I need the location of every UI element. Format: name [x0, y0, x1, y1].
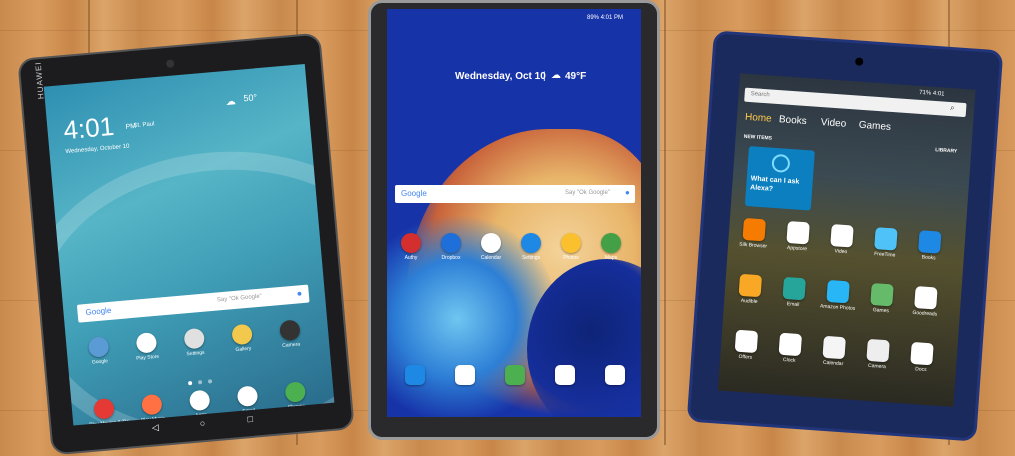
alexa-prompt: What can I ask Alexa? — [749, 175, 800, 193]
app-settings-label: Settings — [521, 255, 541, 261]
weather-separator: | — [543, 71, 546, 82]
tab-home[interactable]: Home — [745, 112, 772, 125]
app-dropbox-icon[interactable] — [441, 233, 461, 253]
app-clock-label: Clock — [782, 356, 796, 364]
app-calendar-label: Calendar — [480, 255, 502, 261]
app-amazon-photos-icon[interactable] — [826, 279, 850, 304]
app-freetime-label: FreeTime — [873, 251, 896, 259]
app-games-label: Games — [872, 307, 890, 315]
dock-app-4-icon[interactable] — [555, 365, 575, 385]
app-maps-label: Maps — [604, 255, 618, 261]
app-appstore-label: Appstore — [786, 244, 808, 253]
app-offers-label: Offers — [738, 353, 753, 361]
app-goodreads-label: Goodreads — [912, 309, 938, 318]
dock-chrome-label: Chrome — [287, 403, 306, 411]
app-authy-icon[interactable] — [401, 233, 421, 253]
search-brand: Google — [85, 305, 112, 317]
tab-books[interactable]: Books — [779, 114, 807, 127]
app-maps-icon[interactable] — [601, 233, 621, 253]
samsung-tablet: 89% 4:01 PM Wednesday, Oct 10 | ☁ 49°F G… — [368, 0, 660, 440]
app-books-icon[interactable] — [918, 230, 942, 254]
mic-icon[interactable]: ● — [625, 188, 630, 197]
app-authy-label: Authy — [404, 255, 418, 261]
search-hint: Say "Ok Google" — [216, 293, 263, 304]
dock-app-5-icon[interactable] — [605, 365, 625, 385]
app-calendar-icon[interactable] — [822, 335, 846, 360]
app-dropbox-label: Dropbox — [441, 255, 461, 261]
app-camera-icon[interactable] — [866, 338, 890, 363]
fire-screen: 71% 4:01 Search ⌕ Home Books Video Games NE… — [717, 73, 976, 407]
app-email-icon[interactable] — [782, 276, 806, 301]
app-audible-icon[interactable] — [738, 273, 763, 298]
recents-nav-icon[interactable]: □ — [247, 414, 253, 424]
app-video-label: Video — [834, 248, 848, 256]
fire-app-grid: Silk Browser Appstore Video FreeTime Books Au… — [734, 73, 975, 373]
library-label: LIBRARY — [935, 147, 958, 155]
app-photos-icon[interactable] — [561, 233, 581, 253]
app-games-icon[interactable] — [870, 282, 894, 307]
app-photos-label: Photos — [563, 255, 579, 261]
fire-tablet: 71% 4:01 Search ⌕ Home Books Video Games NE… — [686, 30, 1004, 442]
tab-games[interactable]: Games — [858, 120, 891, 133]
home-nav-icon[interactable]: ○ — [199, 418, 205, 428]
clock-time: 4:01 — [62, 110, 116, 146]
alexa-ring-icon — [771, 153, 791, 173]
app-email-label: Email — [786, 301, 800, 308]
app-docs-icon[interactable] — [910, 341, 934, 366]
weather-temp: 49°F — [565, 71, 587, 82]
app-books-label: Books — [921, 254, 936, 262]
app-docs-label: Docs — [914, 366, 927, 374]
app-calendar-label: Calendar — [822, 359, 844, 368]
app-audible-label: Audible — [740, 297, 758, 306]
samsung-screen: 89% 4:01 PM Wednesday, Oct 10 | ☁ 49°F G… — [387, 9, 641, 417]
search-icon[interactable]: ⌕ — [950, 103, 955, 113]
app-camera-label: Camera — [867, 362, 887, 371]
app-calendar-icon[interactable] — [481, 233, 501, 253]
app-goodreads-icon[interactable] — [914, 286, 938, 310]
app-amazon-photos-label: Amazon Photos — [819, 303, 856, 312]
app-silk-browser-icon[interactable] — [742, 217, 766, 242]
app-appstore-icon[interactable] — [786, 220, 810, 245]
app-freetime-icon[interactable] — [874, 227, 898, 251]
front-camera — [165, 59, 175, 69]
date-weather: Wednesday, Oct 10 — [455, 71, 546, 82]
app-settings-icon[interactable] — [521, 233, 541, 253]
huawei-tablet: HUAWEI 4:01 PM St. Paul 50° ☁ Wednesday,… — [17, 32, 355, 456]
new-items-label: NEW ITEMS — [743, 133, 773, 142]
dock-app-1-icon[interactable] — [405, 365, 425, 385]
search-brand: Google — [401, 189, 427, 198]
status-bar: 71% 4:01 — [918, 89, 945, 98]
app-clock-icon[interactable] — [778, 332, 803, 357]
front-camera — [854, 57, 864, 66]
tab-video[interactable]: Video — [820, 117, 846, 130]
weather-icon: ☁ — [225, 96, 237, 108]
huawei-screen: 4:01 PM St. Paul 50° ☁ Wednesday, Octobe… — [43, 63, 335, 426]
app-offers-icon[interactable] — [734, 329, 759, 354]
dock-app-3-icon[interactable] — [505, 365, 525, 385]
alexa-card[interactable]: What can I ask Alexa? — [744, 146, 815, 211]
category-tabs: Home Books Video Games — [740, 73, 975, 133]
huawei-dock: Play Movies & TV Play Music Apps Email Chrom… — [44, 64, 307, 426]
status-bar: 89% 4:01 PM — [587, 15, 624, 21]
search-placeholder: Search — [750, 91, 770, 99]
weather-icon: ☁ — [551, 70, 561, 81]
dock-play-movies-tv-label: Play Movies & TV — [89, 418, 129, 426]
mic-icon[interactable]: ● — [296, 288, 302, 298]
back-nav-icon[interactable]: ◁ — [151, 422, 159, 434]
google-search-bar[interactable]: Google Say "Ok Google" ● — [395, 185, 635, 203]
dock-app-2-icon[interactable] — [455, 365, 475, 385]
search-hint: Say "Ok Google" — [565, 190, 610, 196]
weather-temp: 50° — [243, 92, 258, 104]
weather-city: St. Paul — [133, 121, 155, 130]
app-video-icon[interactable] — [830, 224, 854, 248]
huawei-app-row: Google Play Store Settings Gallery Camera — [44, 64, 305, 366]
wood-seam — [664, 0, 666, 445]
app-silk-browser-label: Silk Browser — [739, 241, 768, 250]
